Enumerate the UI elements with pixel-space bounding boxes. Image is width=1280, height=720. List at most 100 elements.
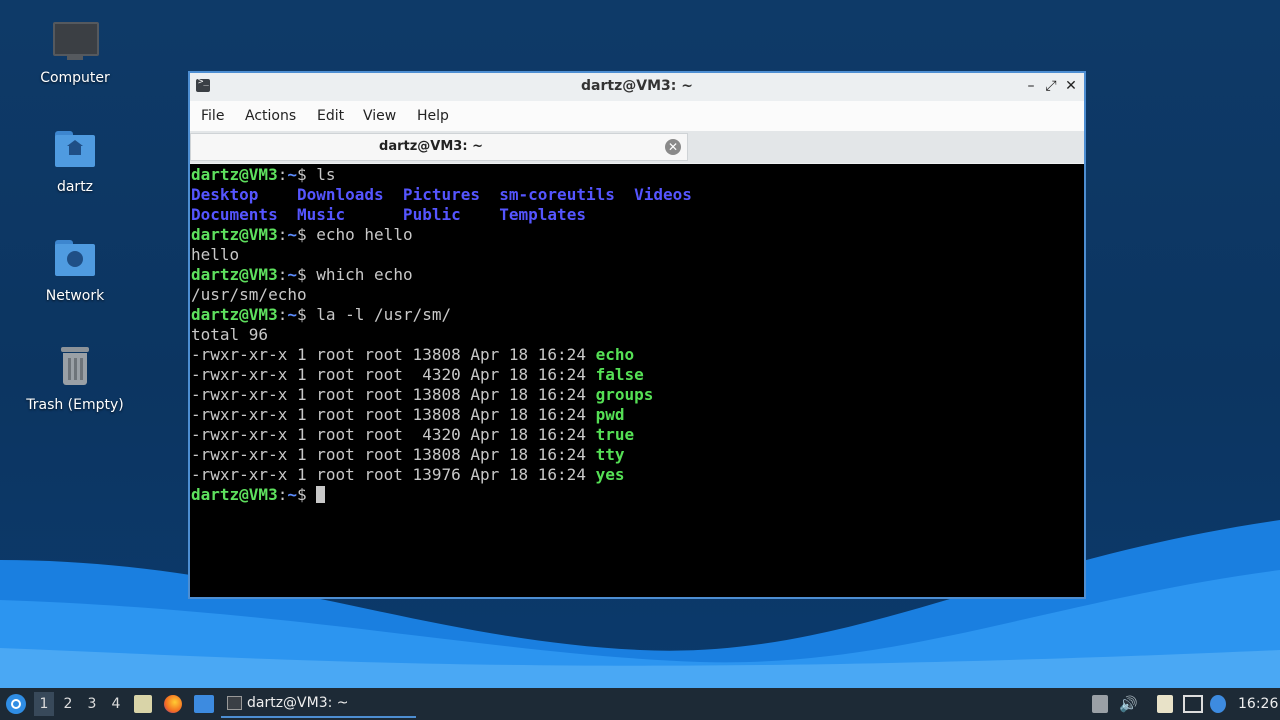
taskbar-item-terminal[interactable]: dartz@VM3: ~ xyxy=(221,690,416,718)
menu-file[interactable]: File xyxy=(201,108,224,124)
network-status-icon[interactable] xyxy=(1183,695,1203,713)
prompt-symbol: $ xyxy=(296,225,317,244)
prompt-path: ~ xyxy=(287,225,297,244)
executable-entry: true xyxy=(595,425,635,444)
tab-terminal[interactable]: dartz@VM3: ~ ✕ xyxy=(190,133,688,161)
desktop-icon-label: Trash (Empty) xyxy=(26,397,124,413)
prompt-path: ~ xyxy=(287,305,297,324)
workspace-3[interactable]: 3 xyxy=(82,696,102,712)
prompt-path: ~ xyxy=(287,485,297,504)
command-text: which echo xyxy=(316,265,413,284)
workspace-4[interactable]: 4 xyxy=(106,696,126,712)
tab-close-icon[interactable]: ✕ xyxy=(665,139,681,155)
desktop-icon-computer[interactable]: Computer xyxy=(20,18,130,86)
tab-bar: dartz@VM3: ~ ✕ xyxy=(190,131,1084,163)
command-text: echo hello xyxy=(316,225,413,244)
clipboard-icon[interactable] xyxy=(1157,695,1173,713)
command-text: la -l /usr/sm/ xyxy=(316,305,452,324)
trash-icon xyxy=(51,345,99,393)
terminal-line: -rwxr-xr-x 1 root root 13808 Apr 18 16:2… xyxy=(191,405,624,424)
file-details: -rwxr-xr-x 1 root root 4320 Apr 18 16:24 xyxy=(191,425,596,444)
directory-entry: Pictures xyxy=(393,185,490,204)
tab-label: dartz@VM3: ~ xyxy=(379,139,483,154)
output-text: /usr/sm/echo xyxy=(191,285,307,304)
home-folder-icon xyxy=(51,127,99,175)
close-button[interactable]: ✕ xyxy=(1062,77,1080,95)
prompt-user: dartz@VM3 xyxy=(191,225,278,244)
prompt-user: dartz@VM3 xyxy=(191,305,278,324)
file-details: -rwxr-xr-x 1 root root 13976 Apr 18 16:2… xyxy=(191,465,596,484)
terminal-line: dartz@VM3:~$ echo hello xyxy=(191,225,413,244)
taskbar-clock[interactable]: 16:26 xyxy=(1238,696,1278,712)
prompt-symbol: $ xyxy=(296,485,317,504)
file-details: -rwxr-xr-x 1 root root 13808 Apr 18 16:2… xyxy=(191,445,596,464)
directory-entry: Music xyxy=(287,205,394,224)
start-menu-icon[interactable] xyxy=(6,694,26,714)
terminal-line: Documents Music Public Templates xyxy=(191,205,586,224)
volume-icon[interactable]: 🔊 xyxy=(1119,695,1138,713)
workspace-2[interactable]: 2 xyxy=(58,696,78,712)
prompt-separator: : xyxy=(277,305,288,324)
prompt-path: ~ xyxy=(287,265,297,284)
terminal-text: dartz@VM3:~$ ls Desktop Downloads Pictur… xyxy=(191,165,692,505)
desktop-icon-label: Computer xyxy=(40,70,110,86)
terminal-line: -rwxr-xr-x 1 root root 13976 Apr 18 16:2… xyxy=(191,465,624,484)
executable-entry: false xyxy=(595,365,644,384)
directory-entry: Videos xyxy=(624,185,692,204)
directory-entry: Templates xyxy=(489,205,586,224)
terminal-cursor xyxy=(316,486,326,503)
menu-edit[interactable]: Edit xyxy=(317,108,344,124)
firefox-icon[interactable] xyxy=(164,695,182,713)
command-text: ls xyxy=(316,165,336,184)
show-desktop-icon[interactable] xyxy=(194,695,214,713)
terminal-window[interactable]: dartz@VM3: ~ – ⤢ ✕ File Actions Edit Vie… xyxy=(188,71,1086,599)
executable-entry: yes xyxy=(595,465,625,484)
terminal-line: hello xyxy=(191,245,239,264)
directory-entry: sm-coreutils xyxy=(489,185,625,204)
desktop-icon-network[interactable]: Network xyxy=(20,236,130,304)
menu-view[interactable]: View xyxy=(363,108,396,124)
desktop: Computer dartz Network Trash (Empty) >_ … xyxy=(0,0,1280,688)
terminal-output-area[interactable]: dartz@VM3:~$ ls Desktop Downloads Pictur… xyxy=(190,164,1084,597)
prompt-symbol: $ xyxy=(296,165,317,184)
directory-entry: Downloads xyxy=(287,185,394,204)
terminal-line: -rwxr-xr-x 1 root root 4320 Apr 18 16:24… xyxy=(191,365,644,384)
notification-icon[interactable] xyxy=(1210,695,1226,713)
terminal-line: -rwxr-xr-x 1 root root 13808 Apr 18 16:2… xyxy=(191,345,634,364)
terminal-line: -rwxr-xr-x 1 root root 13808 Apr 18 16:2… xyxy=(191,445,624,464)
menu-bar: File Actions Edit View Help xyxy=(190,101,1084,131)
network-folder-icon xyxy=(51,236,99,284)
menu-help[interactable]: Help xyxy=(417,108,449,124)
terminal-line: dartz@VM3:~$ which echo xyxy=(191,265,413,284)
prompt-separator: : xyxy=(277,265,288,284)
tray-up-arrow-icon[interactable] xyxy=(1092,695,1108,713)
prompt-symbol: $ xyxy=(296,305,317,324)
prompt-user: dartz@VM3 xyxy=(191,165,278,184)
output-text: hello xyxy=(191,245,240,264)
directory-entry: Desktop xyxy=(191,185,288,204)
terminal-line: Desktop Downloads Pictures sm-coreutils … xyxy=(191,185,692,204)
menu-actions[interactable]: Actions xyxy=(245,108,296,124)
file-manager-icon[interactable] xyxy=(134,695,152,713)
directory-entry: Public xyxy=(393,205,490,224)
terminal-line: -rwxr-xr-x 1 root root 4320 Apr 18 16:24… xyxy=(191,425,634,444)
desktop-icon-home[interactable]: dartz xyxy=(20,127,130,195)
executable-entry: groups xyxy=(595,385,654,404)
computer-icon xyxy=(51,18,99,66)
executable-entry: echo xyxy=(595,345,635,364)
file-details: -rwxr-xr-x 1 root root 13808 Apr 18 16:2… xyxy=(191,385,596,404)
taskbar-item-label: dartz@VM3: ~ xyxy=(247,695,349,711)
prompt-separator: : xyxy=(277,165,288,184)
minimize-button[interactable]: – xyxy=(1022,77,1040,95)
desktop-icon-trash[interactable]: Trash (Empty) xyxy=(20,345,130,413)
maximize-button[interactable]: ⤢ xyxy=(1042,77,1060,95)
file-details: -rwxr-xr-x 1 root root 13808 Apr 18 16:2… xyxy=(191,345,596,364)
executable-entry: tty xyxy=(595,445,625,464)
prompt-separator: : xyxy=(277,485,288,504)
workspace-1[interactable]: 1 xyxy=(34,692,54,716)
directory-entry: Documents xyxy=(191,205,288,224)
window-titlebar[interactable]: dartz@VM3: ~ – ⤢ ✕ xyxy=(190,73,1084,101)
terminal-icon xyxy=(227,696,242,710)
output-text: total 96 xyxy=(191,325,269,344)
prompt-user: dartz@VM3 xyxy=(191,265,278,284)
